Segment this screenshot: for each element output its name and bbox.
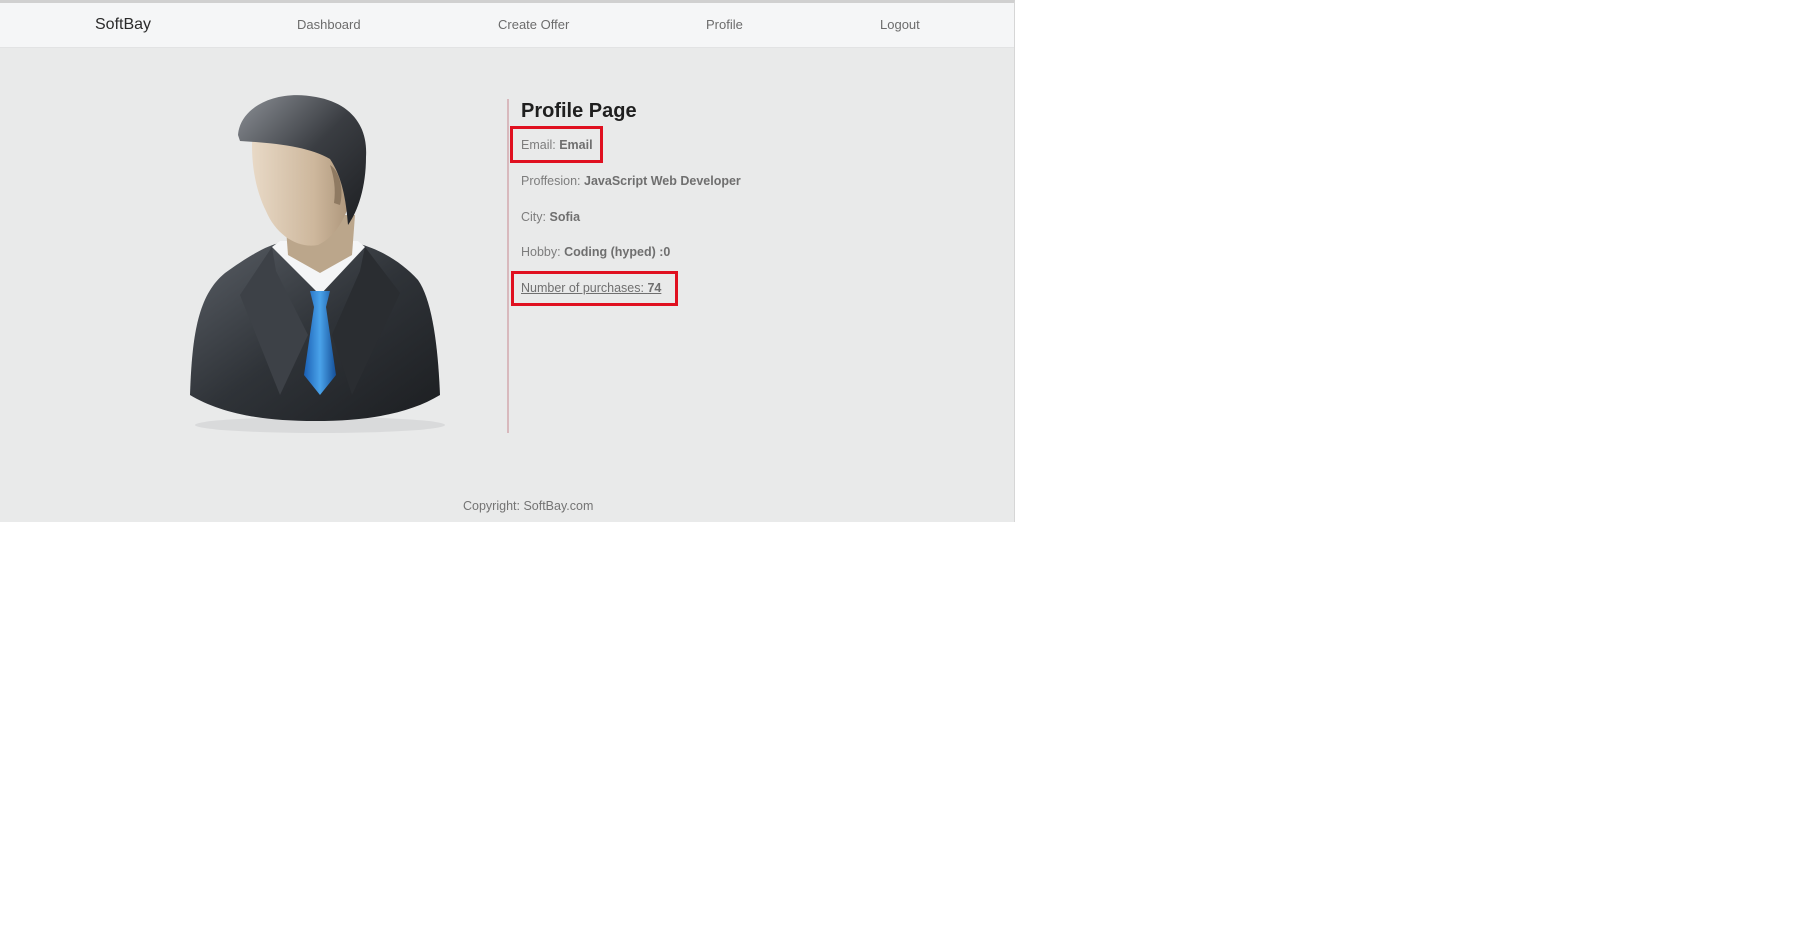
footer-copyright: Copyright: SoftBay.com — [463, 499, 594, 513]
hobby-label: Hobby: — [521, 245, 565, 259]
city-value: Sofia — [549, 210, 581, 224]
email-value: Email — [559, 138, 593, 152]
purchases-link[interactable]: Number of purchases: 74 — [521, 281, 661, 295]
email-label: Email: — [521, 138, 560, 152]
user-avatar-image — [190, 95, 445, 433]
nav-create-offer-link[interactable]: Create Offer — [498, 3, 569, 47]
hobby-row: Hobby: Coding (hyped) :0 — [521, 245, 670, 259]
purchases-label: Number of purchases: — [521, 281, 648, 295]
navbar: SoftBay Dashboard Create Offer Profile L… — [0, 3, 1014, 48]
nav-logout-link[interactable]: Logout — [880, 3, 920, 47]
profession-label: Proffesion: — [521, 174, 585, 188]
email-row: Email: Email — [521, 138, 593, 152]
purchases-value: 74 — [647, 281, 662, 295]
page-title: Profile Page — [521, 100, 637, 122]
brand-link[interactable]: SoftBay — [95, 3, 151, 47]
app-window: SoftBay Dashboard Create Offer Profile L… — [0, 0, 1015, 522]
vertical-divider — [507, 99, 509, 433]
profession-row: Proffesion: JavaScript Web Developer — [521, 174, 741, 188]
city-row: City: Sofia — [521, 210, 580, 224]
city-label: City: — [521, 210, 550, 224]
nav-dashboard-link[interactable]: Dashboard — [297, 3, 361, 47]
profession-value: JavaScript Web Developer — [584, 174, 741, 188]
nav-profile-link[interactable]: Profile — [706, 3, 743, 47]
hobby-value: Coding (hyped) :0 — [564, 245, 671, 259]
